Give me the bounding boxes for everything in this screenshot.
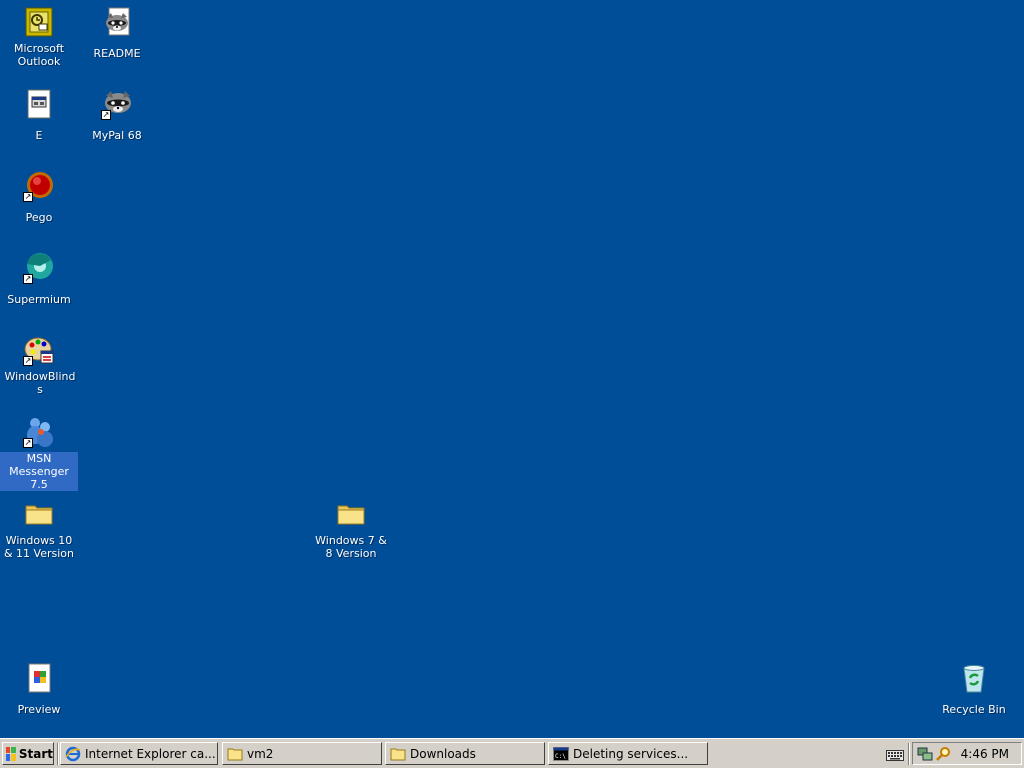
desktop[interactable]: Microsoft Outlook README E ↗ MyPal 68 ↗ … xyxy=(0,0,1024,738)
start-label: Start xyxy=(18,746,53,761)
command-prompt-icon: C:\ xyxy=(553,746,569,762)
desktop-icon-label: Recycle Bin xyxy=(942,703,1006,716)
shortcut-arrow-icon: ↗ xyxy=(23,192,33,202)
desktop-icon-label: Pego xyxy=(25,211,53,224)
folder-icon xyxy=(23,498,55,530)
desktop-icon-label: Preview xyxy=(17,703,61,716)
raccoon-icon: ↗ xyxy=(101,88,133,120)
desktop-icon-pego[interactable]: ↗ Pego xyxy=(0,168,78,225)
preview-document-icon xyxy=(23,662,55,694)
desktop-icon-folder-win7-8[interactable]: Windows 7 & 8 Version xyxy=(312,496,390,561)
taskbar-button-downloads[interactable]: Downloads xyxy=(385,742,545,765)
desktop-icon-windowblinds[interactable]: ↗ WindowBlinds xyxy=(0,332,78,397)
desktop-icon-label: Windows 10 & 11 Version xyxy=(3,534,75,560)
desktop-icon-label: Microsoft Outlook xyxy=(13,42,65,68)
taskbar-separator xyxy=(57,743,59,765)
desktop-icon-mypal[interactable]: ↗ MyPal 68 xyxy=(78,86,156,143)
desktop-icon-label: Supermium xyxy=(7,293,71,306)
desktop-icon-preview[interactable]: Preview xyxy=(0,660,78,717)
supermium-icon: ↗ xyxy=(23,252,55,284)
shortcut-arrow-icon: ↗ xyxy=(23,274,33,284)
desktop-icon-readme[interactable]: README xyxy=(78,4,156,61)
keyboard-icon[interactable] xyxy=(886,747,904,761)
raccoon-document-icon xyxy=(101,6,133,38)
recycle-bin-icon xyxy=(958,662,990,694)
red-ball-icon: ↗ xyxy=(23,170,55,202)
msn-people-icon: ↗ xyxy=(23,416,55,448)
desktop-icon-recycle-bin[interactable]: Recycle Bin xyxy=(935,660,1013,717)
desktop-icon-outlook[interactable]: Microsoft Outlook xyxy=(0,4,78,69)
palette-icon: ↗ xyxy=(23,334,55,366)
svg-text:C:\: C:\ xyxy=(555,753,566,760)
folder-icon xyxy=(227,746,243,762)
desktop-icon-label: WindowBlinds xyxy=(4,370,76,396)
desktop-icon-label: README xyxy=(93,47,141,60)
folder-icon xyxy=(335,498,367,530)
system-tray: 4:46 PM xyxy=(912,742,1022,765)
taskbar-button-vm2[interactable]: vm2 xyxy=(222,742,382,765)
internet-explorer-icon xyxy=(65,746,81,762)
desktop-icon-label: E xyxy=(35,129,43,142)
desktop-icon-e[interactable]: E xyxy=(0,86,78,143)
taskbar-button-label: vm2 xyxy=(247,746,274,761)
desktop-icon-label: MyPal 68 xyxy=(92,129,142,142)
taskbar-button-label: Deleting services... xyxy=(573,746,689,761)
desktop-icon-label: MSN Messenger 7.5 xyxy=(0,452,78,491)
folder-icon xyxy=(390,746,406,762)
shortcut-arrow-icon: ↗ xyxy=(23,438,33,448)
shortcut-arrow-icon: ↗ xyxy=(23,356,33,366)
taskbar-button-label: Internet Explorer ca... xyxy=(85,746,216,761)
desktop-icon-folder-win10-11[interactable]: Windows 10 & 11 Version xyxy=(0,496,78,561)
windows-flag-icon xyxy=(6,746,16,761)
application-window-icon xyxy=(23,88,55,120)
shortcut-arrow-icon: ↗ xyxy=(101,110,111,120)
taskbar: Start Internet Explorer ca... vm2 Downlo… xyxy=(0,738,1024,768)
taskbar-button-internet-explorer[interactable]: Internet Explorer ca... xyxy=(60,742,218,765)
outlook-icon xyxy=(23,6,55,38)
taskbar-button-command-prompt[interactable]: C:\ Deleting services... xyxy=(548,742,708,765)
magnifier-icon[interactable] xyxy=(935,746,951,762)
desktop-icon-label: Windows 7 & 8 Version xyxy=(315,534,387,560)
desktop-icon-supermium[interactable]: ↗ Supermium xyxy=(0,250,78,307)
clock[interactable]: 4:46 PM xyxy=(961,747,1009,761)
desktop-icon-msn-messenger[interactable]: ↗ MSN Messenger 7.5 xyxy=(0,414,78,492)
start-button[interactable]: Start xyxy=(2,742,54,765)
network-icon[interactable] xyxy=(917,746,933,762)
taskbar-separator xyxy=(908,743,910,765)
taskbar-button-label: Downloads xyxy=(410,746,476,761)
